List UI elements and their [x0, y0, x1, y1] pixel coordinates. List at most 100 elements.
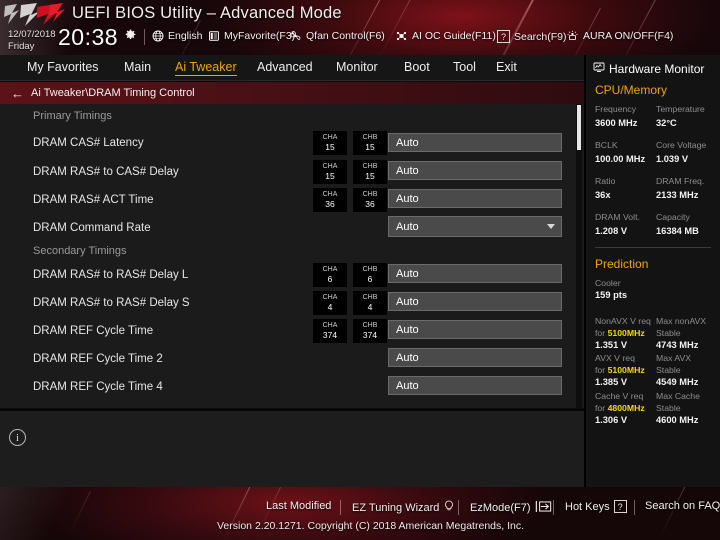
chb-label: CHB [362, 163, 378, 170]
cha-label: CHA [322, 134, 338, 141]
cha-label: CHA [322, 294, 338, 301]
chb-value-dram-ras-act-time: CHB 36 [353, 188, 387, 212]
footer-ezmode[interactable]: EzMode(F7) [470, 500, 552, 516]
header-item-label: AI OC Guide(F11) [412, 30, 496, 42]
chb-value-dram-cas-latency: CHB 15 [353, 131, 387, 155]
tab-ai-tweaker[interactable]: Ai Tweaker [175, 60, 237, 76]
input-dram-ref-cycle-time-4[interactable]: Auto [388, 376, 562, 395]
tab-my-favorites[interactable]: My Favorites [27, 60, 99, 75]
weekday-value: Friday [8, 40, 35, 52]
input-dram-ref-cycle-time-2[interactable]: Auto [388, 348, 562, 367]
cha-number: 36 [325, 199, 335, 209]
option-label-dram-command-rate: DRAM Command Rate [33, 222, 151, 234]
tab-tool[interactable]: Tool [453, 60, 476, 75]
cha-label: CHA [322, 163, 338, 170]
prediction-key-freq: for 5100MHz [595, 365, 645, 375]
prediction-value: 1.306 V [595, 414, 628, 425]
chb-value-dram-ras-to-ras-delay-s: CHB 4 [353, 291, 387, 315]
readout-key: Ratio [595, 176, 616, 186]
readout-key: BCLK [595, 140, 618, 150]
header-item-label: MyFavorite(F3) [224, 30, 296, 42]
tab-main[interactable]: Main [124, 60, 151, 75]
chb-label: CHB [362, 322, 378, 329]
prediction-value: 4549 MHz [656, 377, 699, 387]
header-item-label: Qfan Control(F6) [306, 30, 385, 42]
option-label-dram-ref-cycle-time-4: DRAM REF Cycle Time 4 [33, 381, 163, 393]
prediction-freq-highlight: 5100MHz [607, 327, 645, 338]
page-title: UEFI BIOS Utility – Advanced Mode [72, 4, 342, 22]
date-display: 12/07/2018 Friday [8, 29, 56, 52]
chb-number: 36 [365, 199, 375, 209]
prediction-key: Max nonAVX [656, 315, 707, 326]
header-divider [144, 29, 145, 45]
input-dram-ref-cycle-time[interactable]: Auto [388, 320, 562, 339]
header-item-aura[interactable]: AURA ON/OFF(F4) [566, 30, 673, 42]
input-dram-ras-to-ras-delay-l[interactable]: Auto [388, 264, 562, 283]
cha-label: CHA [322, 191, 338, 198]
fan-icon [289, 30, 302, 42]
chb-number: 15 [365, 171, 375, 181]
input-dram-cas-latency[interactable]: Auto [388, 133, 562, 152]
chevron-down-icon [547, 224, 555, 229]
header-item-english[interactable]: English [152, 30, 202, 42]
favorite-icon [208, 30, 220, 42]
option-label-dram-ras-act-time: DRAM RAS# ACT Time [33, 194, 154, 206]
readout-value: 36x [595, 190, 611, 200]
gear-icon[interactable] [124, 28, 137, 41]
footer-label: Last Modified [266, 500, 332, 512]
footer-ez-tuning-wizard[interactable]: EZ Tuning Wizard [352, 500, 455, 515]
cha-label: CHA [322, 322, 338, 329]
footer-search-on-faq[interactable]: Search on FAQ [645, 500, 720, 512]
cooler-value: 159 pts [595, 290, 628, 300]
header-item-label: AURA ON/OFF(F4) [583, 30, 674, 42]
header-item-myfavorite[interactable]: MyFavorite(F3) [208, 30, 295, 42]
readout-value: 100.00 MHz [595, 154, 646, 164]
prediction-key: Max AVX [656, 353, 692, 363]
readout-key: Temperature [656, 104, 705, 114]
footer-hot-keys[interactable]: Hot Keys ? [565, 500, 627, 513]
input-dram-ras-to-ras-delay-s[interactable]: Auto [388, 292, 562, 311]
cha-value-dram-ras-to-ras-delay-s: CHA 4 [313, 291, 347, 315]
cha-value-dram-ras-act-time: CHA 36 [313, 188, 347, 212]
prediction-freq-highlight: 5100MHz [607, 365, 645, 375]
header-item-ai-oc-guide[interactable]: AI OC Guide(F11) [395, 30, 496, 42]
input-dram-ras-act-time[interactable]: Auto [388, 189, 562, 208]
tab-monitor[interactable]: Monitor [336, 60, 378, 75]
back-arrow-icon[interactable]: ← [11, 87, 24, 100]
option-label-dram-cas-latency: DRAM CAS# Latency [33, 137, 144, 149]
option-label-dram-ras-to-ras-delay-s: DRAM RAS# to RAS# Delay S [33, 297, 190, 309]
footer-label: EZ Tuning Wizard [352, 501, 440, 514]
option-label-dram-ras-to-cas-delay: DRAM RAS# to CAS# Delay [33, 166, 179, 178]
section-primary-timings: Primary Timings [33, 110, 112, 122]
prediction-readouts: NonAVX V req Max nonAVX for 5100MHz Stab… [586, 315, 720, 428]
tab-exit[interactable]: Exit [496, 60, 517, 75]
footer-last-modified[interactable]: Last Modified [266, 500, 331, 512]
cha-number: 4 [327, 302, 333, 312]
tab-boot[interactable]: Boot [404, 60, 430, 75]
prediction-key: Stable [656, 365, 681, 375]
dropdown-value: Auto [396, 220, 419, 233]
chb-value-dram-ref-cycle-time: CHB 374 [353, 319, 387, 343]
chb-label: CHB [362, 191, 378, 198]
bulb-icon [443, 500, 455, 515]
cha-number: 15 [325, 171, 335, 181]
dropdown-dram-command-rate[interactable]: Auto [388, 216, 562, 237]
tab-advanced[interactable]: Advanced [257, 60, 313, 75]
readout-value: 2133 MHz [656, 190, 699, 200]
prediction-value: 4743 MHz [656, 339, 699, 350]
cpu-memory-heading: CPU/Memory [595, 83, 668, 97]
content-scrollbar-thumb[interactable] [577, 105, 581, 150]
prediction-key: Max Cache [656, 390, 700, 401]
header-item-qfan-control[interactable]: Qfan Control(F6) [289, 30, 385, 42]
prediction-value: 4600 MHz [656, 414, 699, 425]
prediction-freq-highlight: 4800MHz [607, 402, 645, 413]
footer-bar: Last Modified EZ Tuning Wizard EzMode(F7… [0, 487, 720, 540]
readout-value: 1.039 V [656, 154, 689, 164]
prediction-value: 1.351 V [595, 339, 628, 350]
clock-display: 20:38 [58, 24, 119, 50]
cha-value-dram-ras-to-cas-delay: CHA 15 [313, 160, 347, 184]
bios-screen: UEFI BIOS Utility – Advanced Mode 12/07/… [0, 0, 720, 540]
chb-value-dram-ras-to-ras-delay-l: CHB 6 [353, 263, 387, 287]
header-item-search[interactable]: ? Search(F9) [497, 30, 567, 43]
input-dram-ras-to-cas-delay[interactable]: Auto [388, 161, 562, 180]
